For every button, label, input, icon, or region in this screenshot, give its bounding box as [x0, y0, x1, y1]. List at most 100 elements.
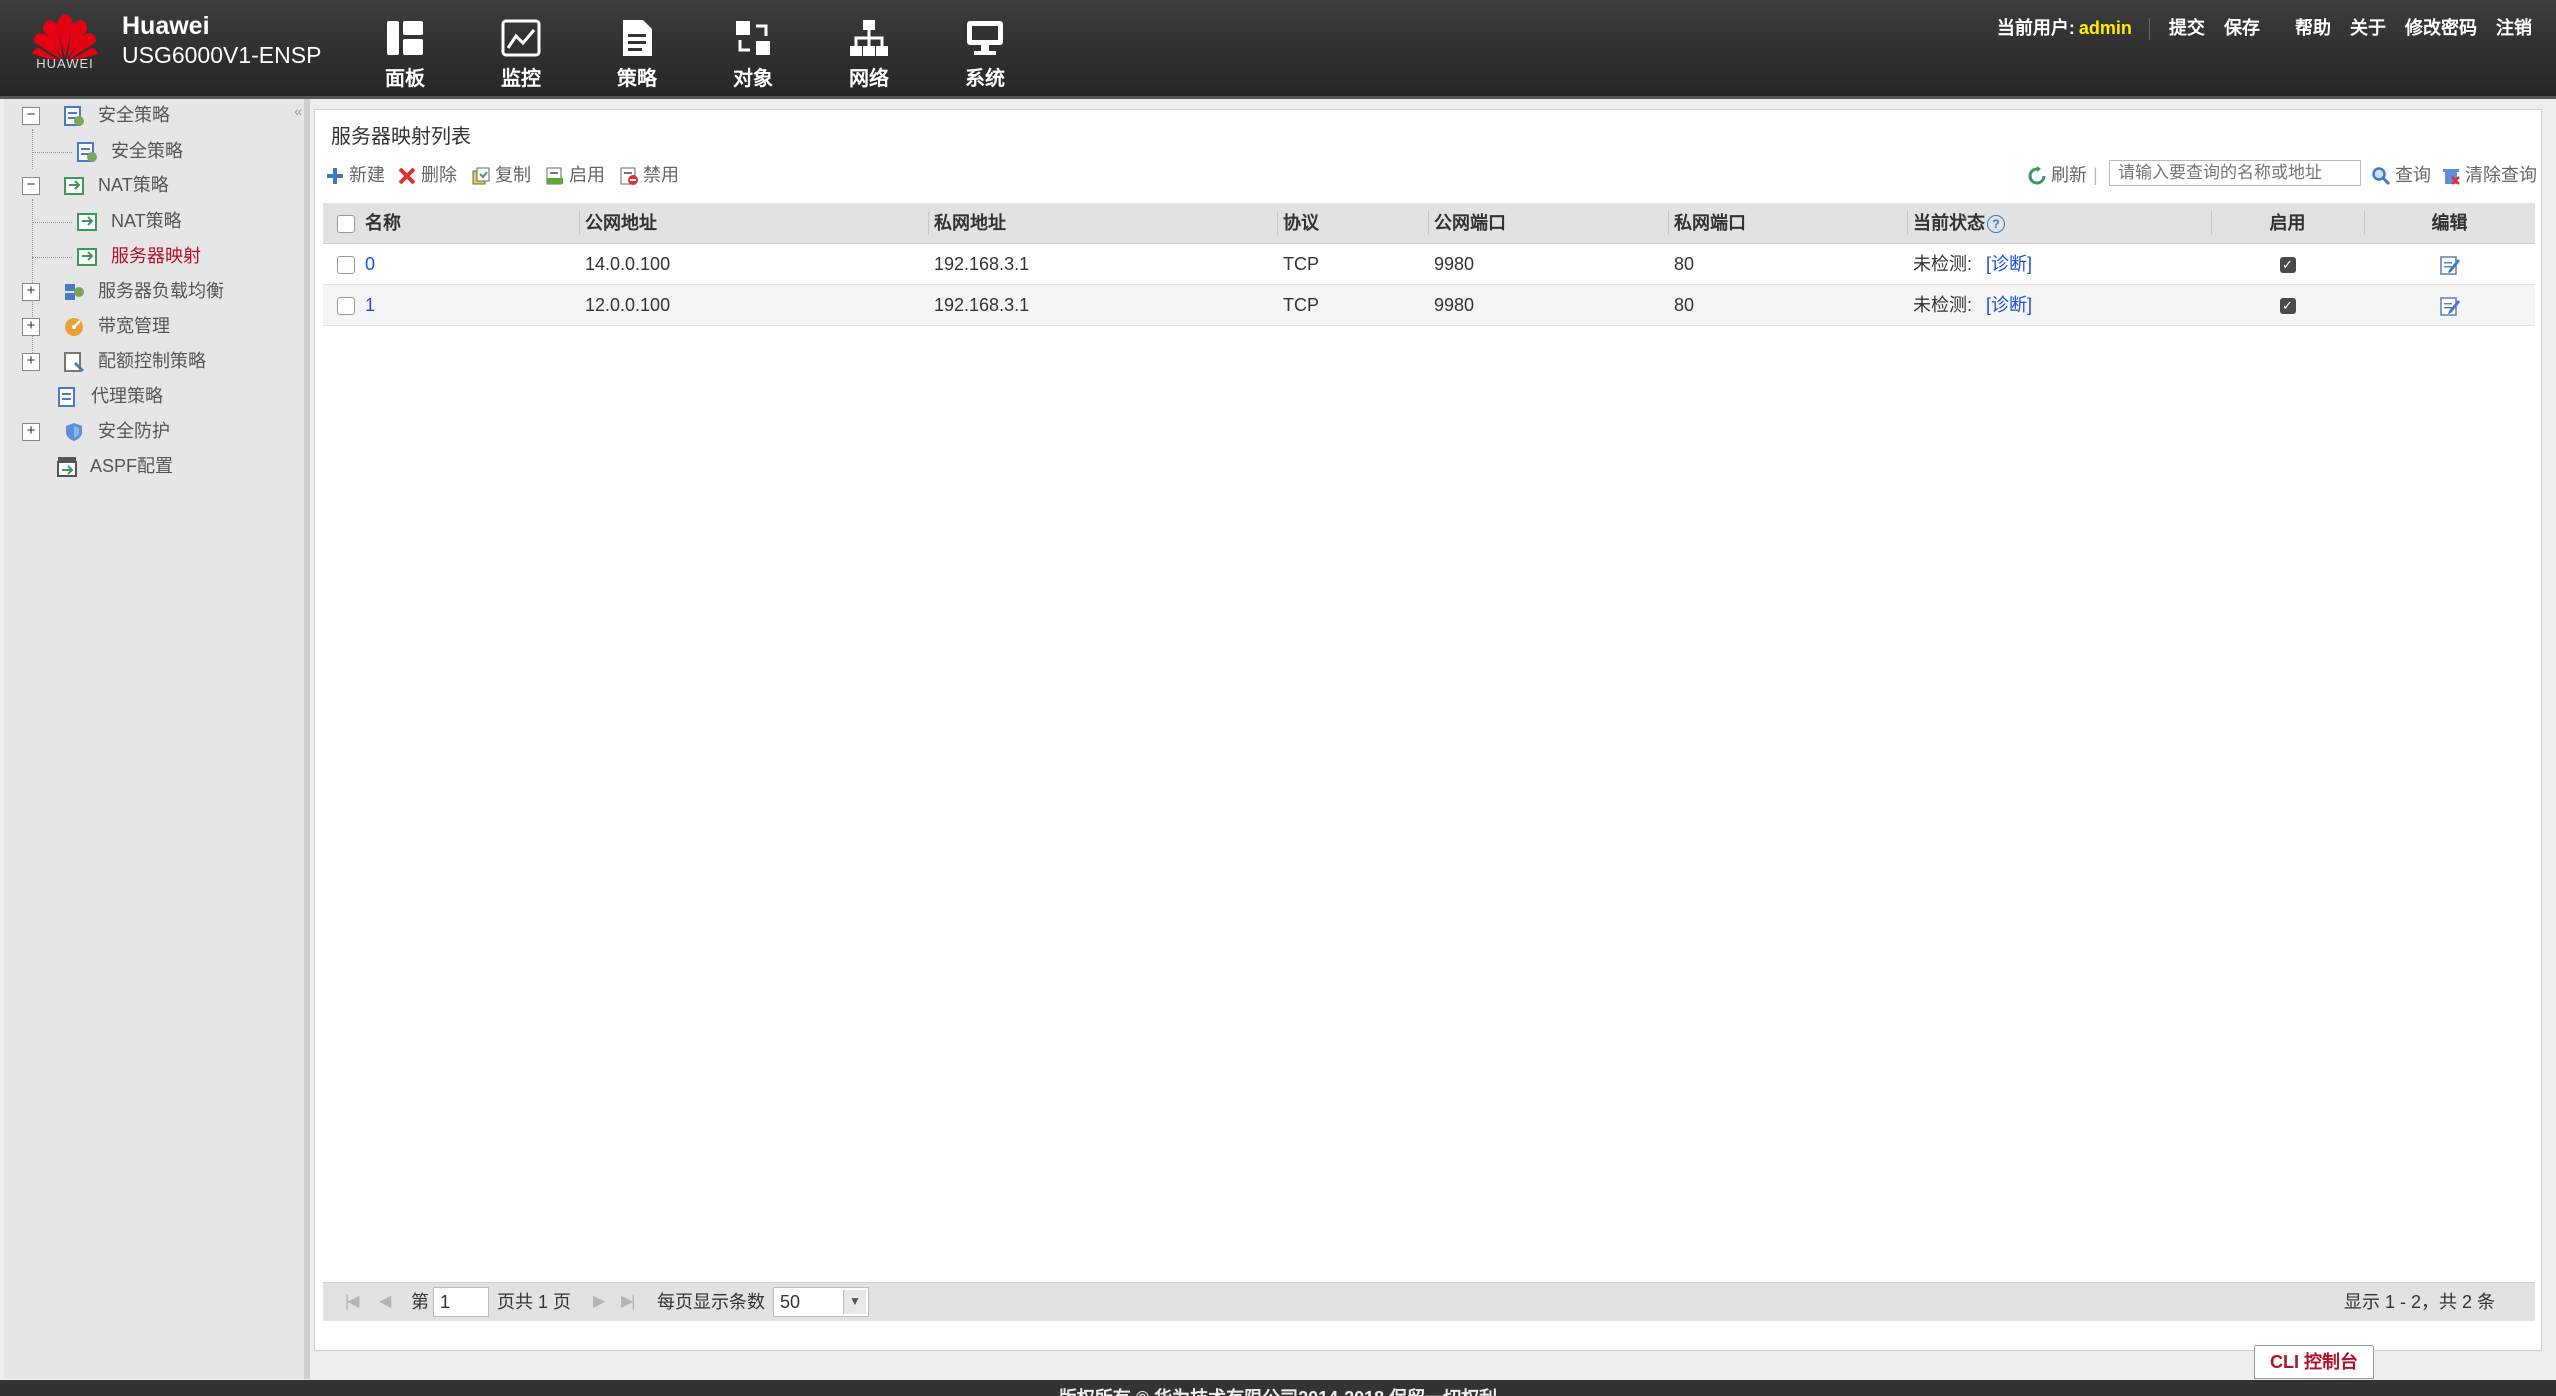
col-status[interactable]: 当前状态? — [1913, 203, 2005, 243]
enable-icon — [546, 167, 563, 185]
row-checkbox[interactable] — [337, 285, 355, 325]
tree-server-load-balance[interactable]: + 服务器负载均衡 — [22, 277, 224, 305]
row-name-link[interactable]: 1 — [365, 285, 375, 325]
expand-toggle[interactable]: + — [22, 423, 40, 442]
row-enabled-checkbox[interactable]: ✓ — [2211, 244, 2364, 284]
page-size-select[interactable]: 50 ▼ — [773, 1287, 869, 1317]
row-public-ip: 14.0.0.100 — [585, 254, 671, 274]
tree-nat-policy-group[interactable]: − NAT策略 — [22, 171, 169, 199]
col-public-address[interactable]: 公网地址 — [585, 203, 657, 243]
load-balance-icon — [65, 284, 85, 301]
page-suffix: 页共 1 页 — [497, 1292, 572, 1312]
policy-icon — [623, 20, 652, 56]
help-link[interactable]: 帮助 — [2295, 18, 2331, 38]
row-edit-button[interactable] — [2364, 285, 2535, 325]
search-label: 查询 — [2395, 165, 2431, 185]
nav-network[interactable]: 网络 — [824, 18, 914, 91]
col-name[interactable]: 名称 — [365, 203, 401, 243]
tree-proxy-policy[interactable]: 代理策略 — [56, 382, 163, 410]
current-user-label: 当前用户: — [1996, 18, 2075, 38]
nav-monitor[interactable]: 监控 — [476, 18, 566, 91]
tree-security-policy-group[interactable]: − 安全策略 — [22, 101, 170, 129]
collapse-toggle[interactable]: − — [22, 177, 40, 196]
tree-server-mapping[interactable]: 服务器映射 — [76, 242, 201, 270]
tree-bandwidth-management[interactable]: + 带宽管理 — [22, 312, 170, 340]
row-checkbox[interactable] — [337, 244, 355, 284]
tree-label: 服务器映射 — [111, 246, 202, 266]
new-button[interactable]: 新建 — [325, 160, 385, 190]
row-public-port: 9980 — [1434, 295, 1475, 315]
select-all-checkbox[interactable] — [337, 203, 355, 243]
table-row[interactable]: 1 12.0.0.100 192.168.3.1 TCP 9980 80 未检测… — [323, 285, 2535, 326]
submit-link[interactable]: 提交 — [2169, 18, 2205, 38]
refresh-button[interactable]: 刷新 | — [2027, 160, 2098, 190]
col-public-port[interactable]: 公网端口 — [1434, 203, 1506, 243]
nav-label: 策略 — [617, 68, 657, 90]
copy-icon — [472, 167, 490, 185]
nav-label: 系统 — [965, 68, 1005, 90]
disable-button[interactable]: 禁用 — [619, 160, 679, 190]
first-page-icon[interactable]: |◀ — [345, 1283, 360, 1321]
table-header: 名称 公网地址 私网地址 协议 公网端口 私网端口 当前状态? 启用 编辑 — [323, 203, 2535, 244]
col-private-port[interactable]: 私网端口 — [1674, 203, 1746, 243]
expand-toggle[interactable]: + — [22, 353, 40, 372]
monitor-icon — [501, 19, 541, 57]
tree-security-policy[interactable]: 安全策略 — [76, 137, 183, 165]
col-protocol[interactable]: 协议 — [1283, 203, 1319, 243]
clear-search-icon — [2443, 169, 2460, 186]
search-input[interactable] — [2109, 160, 2361, 186]
shield-icon — [66, 423, 83, 442]
expand-toggle[interactable]: + — [22, 283, 40, 302]
search-button[interactable]: 查询 — [2371, 160, 2431, 190]
about-link[interactable]: 关于 — [2350, 18, 2386, 38]
help-icon[interactable]: ? — [1987, 215, 2005, 234]
prev-page-icon[interactable]: ◀ — [379, 1283, 391, 1321]
clear-search-button[interactable]: 清除查询 — [2441, 160, 2537, 190]
disable-label: 禁用 — [643, 165, 679, 185]
nat-policy-icon — [64, 177, 85, 196]
table-row[interactable]: 0 14.0.0.100 192.168.3.1 TCP 9980 80 未检测… — [323, 244, 2535, 285]
refresh-icon — [2028, 166, 2046, 185]
enable-button[interactable]: 启用 — [545, 160, 605, 190]
row-private-ip: 192.168.3.1 — [934, 254, 1030, 274]
tree-quota-control[interactable]: + 配额控制策略 — [22, 347, 206, 375]
collapse-icon[interactable]: « — [294, 103, 302, 119]
next-page-icon[interactable]: ▶ — [593, 1283, 605, 1321]
diagnose-link[interactable]: [诊断] — [1986, 254, 2032, 274]
copy-label: 复制 — [495, 165, 531, 185]
tree-security-protection[interactable]: + 安全防护 — [22, 417, 170, 445]
quota-icon — [64, 352, 85, 373]
tree-aspf-config[interactable]: ASPF配置 — [56, 452, 173, 480]
cli-console-button[interactable]: CLI 控制台 — [2254, 1345, 2374, 1379]
row-public-port: 9980 — [1434, 254, 1475, 274]
col-private-address[interactable]: 私网地址 — [934, 203, 1006, 243]
tree-nat-policy[interactable]: NAT策略 — [76, 207, 182, 235]
main-panel: 服务器映射列表 新建 删除 复制 启用 禁用 刷新| 查询 清除查询 名称 — [314, 109, 2542, 1351]
row-name-link[interactable]: 0 — [365, 244, 375, 284]
row-private-port: 80 — [1674, 254, 1695, 274]
delete-button[interactable]: 删除 — [397, 160, 457, 190]
save-link[interactable]: 保存 — [2224, 18, 2260, 38]
nav-dashboard[interactable]: 面板 — [360, 18, 450, 91]
tree-label: 配额控制策略 — [98, 351, 207, 371]
device-model: USG6000V1-ENSP — [122, 42, 322, 68]
record-summary: 显示 1 - 2，共 2 条 — [2343, 1292, 2495, 1312]
dashboard-icon — [387, 21, 423, 55]
nav-object[interactable]: 对象 — [708, 18, 798, 91]
refresh-label: 刷新 — [2051, 165, 2087, 185]
expand-toggle[interactable]: + — [22, 318, 40, 337]
row-edit-button[interactable] — [2364, 244, 2535, 284]
copy-button[interactable]: 复制 — [471, 160, 531, 190]
collapse-toggle[interactable]: − — [22, 107, 40, 126]
diagnose-link[interactable]: [诊断] — [1986, 295, 2032, 315]
change-password-link[interactable]: 修改密码 — [2405, 18, 2477, 38]
nav-system[interactable]: 系统 — [940, 18, 1030, 91]
row-private-port: 80 — [1674, 295, 1695, 315]
row-enabled-checkbox[interactable]: ✓ — [2211, 285, 2364, 325]
page-number-input[interactable]: 1 — [433, 1287, 489, 1317]
edit-icon — [2439, 297, 2460, 316]
last-page-icon[interactable]: ▶| — [621, 1283, 636, 1321]
logout-link[interactable]: 注销 — [2496, 18, 2532, 38]
nav-policy[interactable]: 策略 — [592, 18, 682, 91]
top-header: HUAWEI Huawei USG6000V1-ENSP 面板 监控 策略 对象… — [0, 0, 2556, 99]
